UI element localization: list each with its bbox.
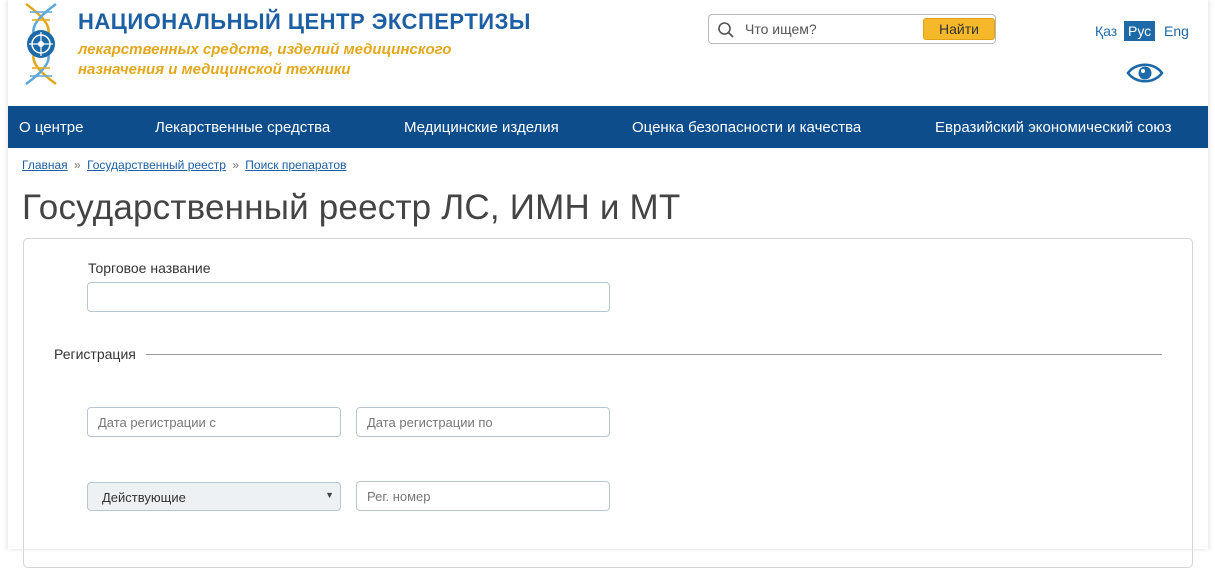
logo-icon (25, 2, 57, 86)
logo-subtitle: лекарственных средств, изделий медицинск… (78, 40, 498, 80)
eye-icon[interactable] (1126, 61, 1164, 85)
chevron-down-icon: ▼ (325, 490, 334, 500)
trade-name-input[interactable] (87, 282, 610, 312)
logo-subtitle-line-1: лекарственных средств, изделий медицинск… (78, 41, 452, 58)
search-icon (718, 22, 734, 38)
logo-subtitle-line-2: назначения и медицинской техники (78, 61, 351, 78)
search-box: Найти (708, 14, 996, 44)
date-to-input[interactable] (356, 407, 610, 437)
nav-item-about[interactable]: О центре (19, 119, 83, 136)
section-divider (146, 354, 1162, 355)
trade-name-label: Торговое название (88, 260, 211, 276)
nav-item-medicines[interactable]: Лекарственные средства (155, 119, 330, 136)
breadcrumb-search[interactable]: Поиск препаратов (245, 158, 346, 172)
date-from-input[interactable] (87, 407, 341, 437)
search-input[interactable] (745, 19, 921, 39)
nav-item-safety-quality[interactable]: Оценка безопасности и качества (632, 119, 861, 136)
page-title: Государственный реестр ЛС, ИМН и МТ (22, 188, 681, 227)
breadcrumb-separator: » (232, 158, 239, 172)
nav-item-medical-devices[interactable]: Медицинские изделия (404, 119, 559, 136)
lang-en-link[interactable]: Eng (1164, 23, 1189, 39)
breadcrumb-home[interactable]: Главная (22, 158, 68, 172)
breadcrumb-registry[interactable]: Государственный реестр (87, 158, 226, 172)
main-nav: О центре Лекарственные средства Медицинс… (8, 106, 1208, 148)
lang-ru-link[interactable]: Рус (1124, 21, 1156, 41)
status-select[interactable]: Действующие ▼ (87, 482, 341, 511)
search-button[interactable]: Найти (923, 18, 995, 40)
nav-item-eaeu[interactable]: Евразийский экономический союз (935, 119, 1171, 136)
logo-title[interactable]: НАЦИОНАЛЬНЫЙ ЦЕНТР ЭКСПЕРТИЗЫ (78, 9, 531, 35)
status-select-value: Действующие (102, 490, 186, 505)
lang-kz-link[interactable]: Қаз (1095, 23, 1117, 39)
registration-section-label: Регистрация (54, 346, 136, 362)
reg-number-input[interactable] (356, 481, 610, 511)
breadcrumb: Главная » Государственный реестр » Поиск… (22, 158, 346, 172)
breadcrumb-separator: » (74, 158, 81, 172)
